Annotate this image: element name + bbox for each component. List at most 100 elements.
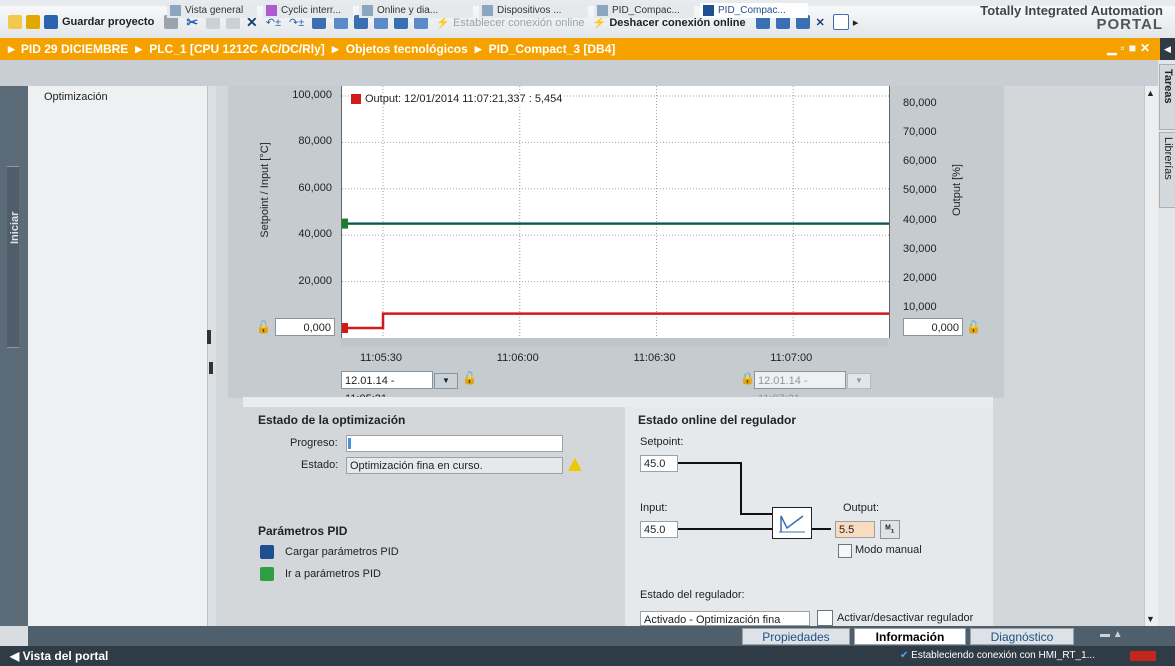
output-label: Output: [843, 502, 880, 514]
pid-icon [597, 5, 608, 16]
right-min-input[interactable]: 0,000 [903, 318, 963, 336]
more-icon[interactable]: ▸ [853, 16, 859, 29]
connect-online-label: Establecer conexión online [453, 16, 585, 29]
save-button[interactable]: Guardar proyecto [62, 16, 154, 28]
unlock-icon[interactable]: 🔓 [256, 320, 271, 334]
close-icon[interactable]: ✕ [1140, 41, 1154, 55]
task-pid-compact-1[interactable]: PID_Compac... [594, 3, 694, 18]
right-tick-label: 60,000 [903, 155, 937, 168]
unlock-icon[interactable]: 🔓 [966, 320, 981, 334]
start-lock-icon[interactable]: 🔓 [462, 371, 477, 385]
close-editor-icon[interactable]: ✕ [816, 16, 825, 29]
nav-splitter[interactable] [207, 86, 216, 626]
editor-scrollbar[interactable]: ▲ ▼ [1144, 86, 1159, 626]
splitter-grip-icon[interactable] [207, 330, 211, 344]
right-tick-label: 80,000 [903, 97, 937, 109]
open-project-icon[interactable] [26, 15, 40, 29]
task-label: Vista general [185, 5, 244, 16]
right-tick-label: 20,000 [903, 271, 937, 284]
maximize-icon[interactable]: ■ [1129, 41, 1140, 55]
task-label: Cyclic interr... [281, 5, 342, 16]
editor-toolbar [0, 60, 1160, 87]
splitter-grip-icon[interactable] [209, 362, 213, 374]
inspector-expand-icon[interactable]: ▬ ▲ [1100, 629, 1123, 640]
left-tick-label: 80,000 [298, 135, 332, 148]
minimize-icon[interactable]: ▁ [1107, 41, 1120, 55]
trend-plot[interactable]: Output: 12/01/2014 11:07:21,337 : 5,454 [341, 86, 890, 338]
status-text: Estableciendo conexión con HMI_RT_1... [911, 650, 1095, 661]
tab-properties[interactable]: Propiedades [742, 628, 850, 645]
start-time-field[interactable]: 12.01.14 - 11:05:21 [341, 371, 433, 405]
task-label: PID_Compac... [718, 5, 786, 16]
task-label: Online y dia... [377, 5, 439, 16]
task-overview[interactable]: Vista general [167, 3, 257, 18]
task-card-tabs: Tareas Librerías [1158, 60, 1175, 626]
section-divider [243, 397, 993, 407]
task-cyclic[interactable]: Cyclic interr... [263, 3, 353, 18]
load-params-icon[interactable] [260, 545, 274, 559]
end-lock-icon[interactable]: 🔒 [740, 371, 755, 385]
toggle-controller-icon[interactable] [817, 610, 833, 626]
output-marker [342, 323, 348, 333]
time-scrollbar[interactable] [341, 338, 888, 346]
start-tab[interactable] [7, 166, 19, 348]
left-tick-label: 40,000 [298, 228, 332, 241]
tab-information-label: Información [875, 630, 945, 644]
end-calendar-icon[interactable]: ▼ [847, 373, 871, 389]
breadcrumb-item-tech-objects[interactable]: Objetos tecnológicos [346, 42, 468, 56]
x-tick-label: 11:06:30 [633, 352, 676, 364]
tab-tasks[interactable]: Tareas [1159, 64, 1175, 130]
portal-view-button[interactable]: ◀ Vista del portal [10, 646, 108, 666]
breadcrumb-separator-icon: ▶ [331, 43, 339, 54]
goto-params-link[interactable]: Ir a parámetros PID [285, 568, 381, 580]
tab-information[interactable]: Información [854, 628, 966, 645]
brand-portal: PORTAL [1096, 16, 1163, 33]
breadcrumb: ▶ PID 29 DICIEMBRE ▶ PLC_1 [CPU 1212C AC… [0, 38, 1160, 60]
cyclic-icon [266, 5, 277, 16]
pid-icon [703, 5, 714, 16]
toggle-controller-label[interactable]: Activar/desactivar regulador [837, 612, 973, 624]
tab-properties-label: Propiedades [762, 630, 830, 644]
right-tick-label: 10,000 [903, 301, 937, 313]
new-project-icon[interactable] [8, 15, 22, 29]
tab-diagnostics[interactable]: Diagnóstico [970, 628, 1074, 645]
start-calendar-icon[interactable]: ▼ [434, 373, 458, 389]
window-icon[interactable] [832, 14, 849, 30]
left-min-input[interactable]: 0,000 [275, 318, 335, 336]
scroll-down-icon[interactable]: ▼ [1146, 614, 1155, 624]
task-pid-compact-2[interactable]: PID_Compac... [700, 3, 808, 18]
manual-value-icon[interactable]: ᴹ₁ [880, 520, 900, 539]
left-tick-label: 60,000 [298, 181, 332, 194]
right-tick-label: 30,000 [903, 242, 937, 255]
breadcrumb-arrow-icon[interactable]: ▶ [8, 44, 15, 55]
online-status-panel: Estado online del regulador Setpoint: 45… [625, 407, 993, 626]
trend-chart [342, 86, 889, 338]
tab-tasks-label: Tareas [1162, 69, 1174, 104]
right-tick-label: 50,000 [903, 184, 937, 197]
window-controls[interactable]: ▁▫■✕ [1107, 41, 1154, 55]
activity-indicator [1130, 651, 1156, 661]
restore-icon[interactable]: ▫ [1120, 41, 1128, 55]
breadcrumb-item-pid[interactable]: PID_Compact_3 [DB4] [489, 42, 616, 56]
task-label: Dispositivos ... [497, 5, 562, 16]
right-tick-label: 70,000 [903, 126, 937, 139]
tab-libraries[interactable]: Librerías [1159, 132, 1175, 208]
nav-item-optimization[interactable]: Optimización [44, 91, 108, 103]
load-params-link[interactable]: Cargar parámetros PID [285, 546, 399, 558]
status-check-icon: ✔ [900, 650, 909, 661]
scroll-up-icon[interactable]: ▲ [1146, 88, 1155, 98]
goto-params-icon[interactable] [260, 567, 274, 581]
collapse-tasks-icon[interactable]: ◀ [1160, 38, 1175, 60]
breadcrumb-item-plc[interactable]: PLC_1 [CPU 1212C AC/DC/Rly] [149, 42, 325, 56]
legend-text: Output: 12/01/2014 11:07:21,337 : 5,454 [365, 93, 563, 105]
x-tick-label: 11:07:00 [770, 352, 813, 364]
save-icon[interactable] [44, 15, 58, 29]
disconnect-online-icon: ⚡ [592, 16, 607, 29]
task-online-diag[interactable]: Online y dia... [359, 3, 473, 18]
manual-mode-checkbox[interactable] [838, 544, 852, 558]
breadcrumb-item-project[interactable]: PID 29 DICIEMBRE [21, 42, 128, 56]
end-time-field[interactable]: 12.01.14 - 11:07:21 [754, 371, 846, 405]
progress-bar [346, 435, 563, 452]
task-devices[interactable]: Dispositivos ... [479, 3, 588, 18]
left-portal-tab[interactable]: Iniciar [0, 86, 28, 626]
